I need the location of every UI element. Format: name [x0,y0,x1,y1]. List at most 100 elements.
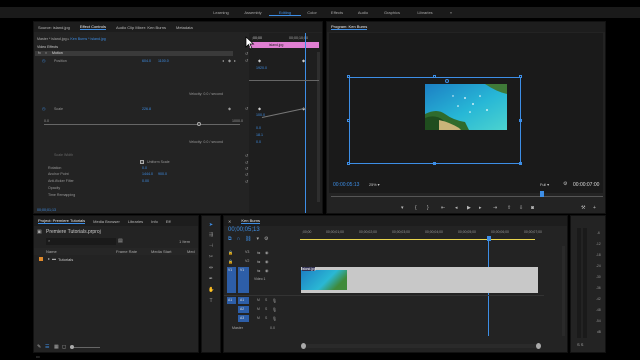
target-a3[interactable]: A3 [238,315,249,322]
bbox-handle-br[interactable] [519,162,522,165]
solo-button[interactable]: S [265,316,267,320]
antiflicker-reset-icon[interactable]: ↺ [245,179,248,184]
list-item[interactable]: ▸ ▬ Tutorials [34,256,198,263]
effect-timecode[interactable]: 00;00;01;13 [37,208,56,212]
work-area-bar[interactable] [300,239,535,240]
voiceover-icon[interactable]: 🎙 [272,307,277,312]
scale-value[interactable]: 226.8 [142,107,151,111]
track-header-v2[interactable]: 🔒 V2 ⇆ ◉ [224,258,300,266]
status-bar-icon[interactable]: ▭ [36,354,40,359]
meter-solo-buttons[interactable]: S S [577,342,583,347]
mute-button[interactable]: M [257,298,260,302]
icon-view-icon[interactable]: ▦ [54,344,59,350]
tab-info[interactable]: Info [151,219,158,224]
tab-libraries[interactable]: Libraries [128,219,143,224]
write-protect-icon[interactable]: ✎ [37,344,41,350]
timeline-zoom-bar[interactable] [301,344,541,348]
motion-reset-icon[interactable]: ↺ [245,51,248,56]
target-a2[interactable]: A2 [238,306,249,313]
antiflicker-value[interactable]: 0.00 [142,179,149,183]
nest-icon[interactable]: ⧉ [228,236,232,242]
workspace-effects[interactable]: Effects [323,10,351,16]
solo-button[interactable]: S [265,307,267,311]
timeline-timecode[interactable]: 00;00;05;13 [228,227,260,233]
timeline-zoom-right-handle[interactable] [536,343,541,349]
column-frame-rate[interactable]: Frame Rate [116,249,137,254]
program-scrub-bar[interactable] [331,196,603,197]
track-lock-icon[interactable]: 🔒 [228,259,233,264]
source-patch-a1[interactable]: A1 [227,297,236,304]
timeline-vertical-scroll[interactable] [562,246,565,336]
workspace-color[interactable]: Color [301,10,323,16]
slip-tool-icon[interactable]: ⇹ [208,265,214,271]
voiceover-icon[interactable]: 🎙 [272,316,277,321]
track-header-a2[interactable]: A2 M S 🎙 [224,306,300,314]
workspace-libraries[interactable]: Libraries [409,10,441,16]
track-sync-icon[interactable]: ⇆ [257,250,260,255]
step-forward-icon[interactable]: ▸ [479,205,482,211]
track-sync-icon[interactable]: ⇆ [257,268,260,273]
tab-effects[interactable]: Eff [166,219,171,224]
effect-clip-bar[interactable]: island.jpg [249,42,319,48]
track-sync-icon[interactable]: ⇆ [257,259,260,264]
zoom-dropdown[interactable]: 25% ▾ [369,182,387,188]
tab-media-browser[interactable]: Media Browser [93,219,120,224]
track-header-v1[interactable]: V1 V1 ⇆ ◉ Video 1 [224,267,300,293]
tab-ken-burns[interactable]: Ken Burns [241,218,261,224]
track-divider[interactable] [224,295,544,296]
extract-icon[interactable]: ⇩ [519,205,523,211]
track-visibility-icon[interactable]: ◉ [265,259,269,264]
fx-toggle-icon[interactable]: fx [38,51,41,55]
target-v1[interactable]: V1 [238,267,249,293]
master-track-header[interactable]: Master 0.0 [224,325,300,333]
add-button-icon[interactable]: + [593,205,596,211]
workspace-assembly[interactable]: Assembly [237,10,269,16]
tab-metadata[interactable]: Metadata [176,25,193,30]
video-clip-island[interactable]: island.jpg [301,267,538,293]
quality-dropdown[interactable]: Full ▾ [540,182,554,188]
workspace-graphics[interactable]: Graphics [375,10,409,16]
mark-in-bracket-icon[interactable]: { [415,205,417,211]
mark-in-icon[interactable]: ▾ [401,205,404,211]
target-a1[interactable]: A1 [238,297,249,304]
position-keyframe-end-icon[interactable]: ◆ [302,58,305,63]
position-add-keyframe-icon[interactable]: ◆ [228,58,231,63]
uniform-scale-reset-icon[interactable]: ↺ [245,160,248,165]
position-reset-icon[interactable]: ↺ [245,58,248,63]
workspace-audio[interactable]: Audio [351,10,375,16]
tab-source[interactable]: Source: island.jpg [38,25,70,30]
go-to-out-icon[interactable]: ⇥ [493,205,497,211]
rotation-value[interactable]: 0.0 [142,166,147,170]
lift-icon[interactable]: ⇧ [507,205,511,211]
column-name[interactable]: Name [46,249,57,254]
position-keyframe-start-icon[interactable]: ◆ [258,58,261,63]
position-y-value[interactable]: 1100.0 [158,59,169,63]
position-x-value[interactable]: 604.0 [142,59,151,63]
new-bin-from-search-icon[interactable]: ▤ [118,238,123,244]
bbox-handle-bottom[interactable] [433,162,436,165]
anchor-y-value[interactable]: 900.0 [158,172,167,176]
rotation-reset-icon[interactable]: ↺ [245,166,248,171]
source-patch-v1[interactable]: V1 [227,267,236,293]
tab-audio-clip-mixer[interactable]: Audio Clip Mixer: Ken Burns [116,25,166,30]
program-playhead[interactable] [540,191,544,197]
mute-button[interactable]: M [257,307,260,311]
track-header-a1[interactable]: A1 A1 M S 🎙 [224,297,300,305]
master-level[interactable]: 0.0 [270,326,275,330]
timeline-zoom-left-handle[interactable] [301,343,306,349]
razor-tool-icon[interactable]: ✂ [208,254,214,260]
bbox-handle-tl[interactable] [347,75,350,78]
scale-slider-thumb[interactable] [197,122,201,126]
position-prev-keyframe-icon[interactable]: ◂ [222,58,224,63]
bbox-handle-left[interactable] [347,119,350,122]
scale-add-keyframe-icon[interactable]: ◆ [228,106,231,111]
expand-arrow-icon[interactable]: ▸ [48,256,50,261]
track-header-v3[interactable]: 🔒 V3 ⇆ ◉ [224,249,300,257]
export-frame-icon[interactable]: ◙ [531,205,534,211]
scale-reset-icon[interactable]: ↺ [245,106,248,111]
program-monitor-title[interactable]: Program: Ken Burns [331,24,368,30]
timeline-ruler[interactable]: ;00;00 00;00;01;00 00;00;02;00 00;00;03;… [300,229,542,243]
anchor-x-value[interactable]: 1444.0 [142,172,153,176]
motion-row[interactable] [35,51,233,56]
go-to-in-icon[interactable]: ⇤ [441,205,445,211]
